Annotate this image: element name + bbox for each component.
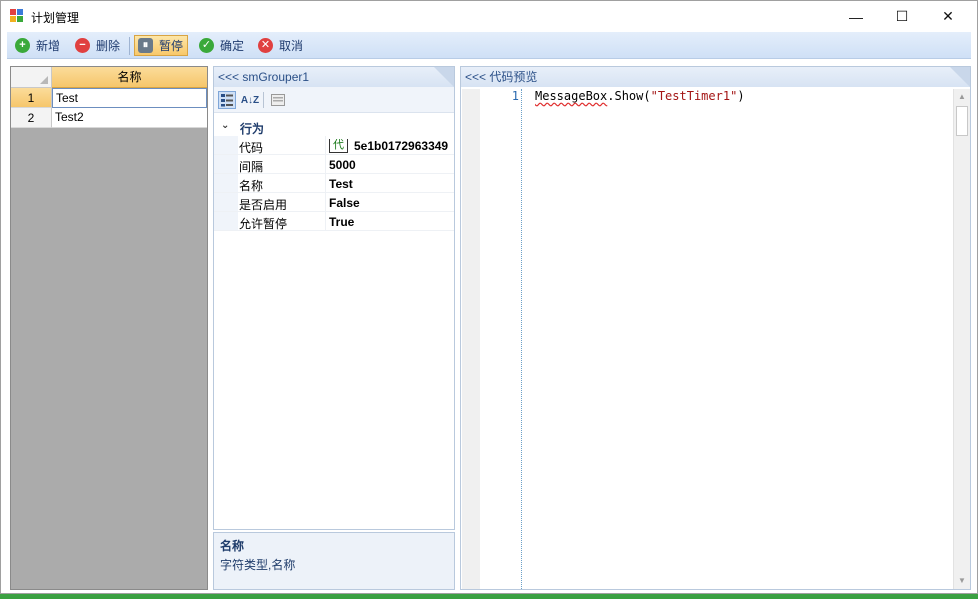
property-name: 名称 [239, 179, 264, 193]
pause-button[interactable]: ⏸ 暂停 [134, 35, 189, 56]
table-row[interactable]: 2 Test2 [11, 108, 207, 128]
code-token-method: Show( [614, 89, 651, 103]
x-circle-icon: ✕ [258, 38, 273, 53]
code-vertical-scrollbar[interactable]: ▲ ▼ [953, 89, 970, 589]
code-preview-panel: <<< 代码预览 1 MessageBox.Show("TestTimer1")… [460, 66, 971, 590]
add-button[interactable]: + 新增 [11, 35, 65, 56]
name-cell[interactable]: Test [52, 88, 207, 108]
close-button[interactable]: ✕ [925, 1, 971, 32]
property-row-allow-pause[interactable]: 允许暂停 True [214, 212, 454, 231]
property-divider [325, 174, 326, 193]
property-row-code[interactable]: 代码 代 5e1b0172963349 [214, 136, 454, 155]
property-value[interactable]: False [329, 196, 454, 210]
minus-circle-icon: − [75, 38, 90, 53]
code-line[interactable]: MessageBox.Show("TestTimer1") [535, 89, 745, 103]
property-row-enabled[interactable]: 是否启用 False [214, 193, 454, 212]
column-header-name[interactable]: 名称 [52, 67, 207, 88]
categorized-icon[interactable] [218, 91, 236, 109]
code-preview-header[interactable]: <<< 代码预览 [461, 67, 970, 87]
pause-button-label: 暂停 [159, 39, 184, 53]
property-divider [325, 212, 326, 231]
plan-manager-window: 计划管理 — ☐ ✕ + 新增 − 删除 ⏸ 暂停 ✓ 确定 ✕ 取消 名称 1… [0, 0, 978, 594]
header-notch [434, 67, 454, 87]
row-header[interactable]: 2 [11, 108, 52, 128]
scroll-thumb[interactable] [956, 106, 968, 136]
alphabetical-sort-icon[interactable]: A↓Z [241, 91, 259, 109]
confirm-button[interactable]: ✓ 确定 [195, 35, 249, 56]
header-notch [950, 67, 970, 87]
property-name: 间隔 [239, 160, 264, 174]
grid-header: 名称 [11, 67, 207, 88]
row-header[interactable]: 1 [11, 88, 52, 108]
property-divider [325, 136, 326, 155]
delete-button[interactable]: − 删除 [71, 35, 125, 56]
code-margin [462, 89, 480, 589]
scroll-down-arrow-icon[interactable]: ▼ [954, 573, 970, 589]
code-token-close: ) [737, 89, 745, 103]
description-title: 名称 [220, 539, 245, 553]
cancel-button[interactable]: ✕ 取消 [254, 35, 308, 56]
property-description: 名称 字符类型,名称 [213, 532, 455, 590]
toolbar-separator [129, 37, 130, 55]
property-value[interactable]: Test [329, 177, 454, 191]
property-row-name[interactable]: 名称 Test [214, 174, 454, 193]
property-grid: <<< smGrouper1 A↓Z ⌄ 行为 代码 代 5e1b01729633… [213, 66, 455, 530]
property-toolbar-separator [263, 92, 264, 108]
delete-button-label: 删除 [96, 39, 121, 53]
category-behavior[interactable]: ⌄ 行为 [214, 117, 454, 136]
code-token-string: "TestTimer1" [650, 89, 738, 103]
window-title: 计划管理 [31, 11, 80, 25]
line-number-separator [521, 89, 522, 589]
property-value[interactable]: True [329, 215, 454, 229]
property-row-interval[interactable]: 间隔 5000 [214, 155, 454, 174]
toolbar: + 新增 − 删除 ⏸ 暂停 ✓ 确定 ✕ 取消 [7, 32, 971, 59]
table-row[interactable]: 1 Test [11, 88, 207, 108]
maximize-button[interactable]: ☐ [879, 1, 925, 32]
plus-circle-icon: + [15, 38, 30, 53]
property-name: 允许暂停 [239, 217, 288, 231]
property-panel-header[interactable]: <<< smGrouper1 [214, 67, 454, 87]
confirm-button-label: 确定 [220, 39, 245, 53]
scroll-up-arrow-icon[interactable]: ▲ [954, 89, 970, 105]
plan-grid: 名称 1 Test 2 Test2 [10, 66, 208, 590]
select-all-corner[interactable] [11, 67, 52, 88]
code-editor-icon[interactable]: 代 [329, 139, 348, 153]
app-icon [10, 9, 24, 23]
title-bar: 计划管理 — ☐ ✕ [1, 1, 977, 32]
check-circle-icon: ✓ [199, 38, 214, 53]
minimize-button[interactable]: — [833, 1, 879, 32]
property-panel-title: <<< smGrouper1 [218, 70, 310, 84]
code-preview-title: <<< 代码预览 [465, 70, 538, 84]
code-token-identifier: MessageBox [535, 89, 608, 103]
property-divider [325, 155, 326, 174]
property-value-text: 5e1b0172963349 [354, 139, 449, 153]
chevron-down-icon[interactable]: ⌄ [221, 120, 229, 131]
property-toolbar: A↓Z [214, 87, 454, 113]
cancel-button-label: 取消 [279, 39, 304, 53]
property-value[interactable]: 代 5e1b0172963349 [329, 139, 454, 153]
property-name: 代码 [239, 141, 264, 155]
line-number: 1 [511, 89, 519, 103]
pause-timer-icon: ⏸ [138, 38, 153, 53]
property-divider [325, 193, 326, 212]
name-cell[interactable]: Test2 [52, 108, 207, 128]
property-name: 是否启用 [239, 198, 288, 212]
description-text: 字符类型,名称 [220, 558, 296, 572]
property-value[interactable]: 5000 [329, 158, 454, 172]
category-label: 行为 [240, 122, 265, 136]
property-pages-icon[interactable] [269, 91, 287, 109]
add-button-label: 新增 [36, 39, 61, 53]
